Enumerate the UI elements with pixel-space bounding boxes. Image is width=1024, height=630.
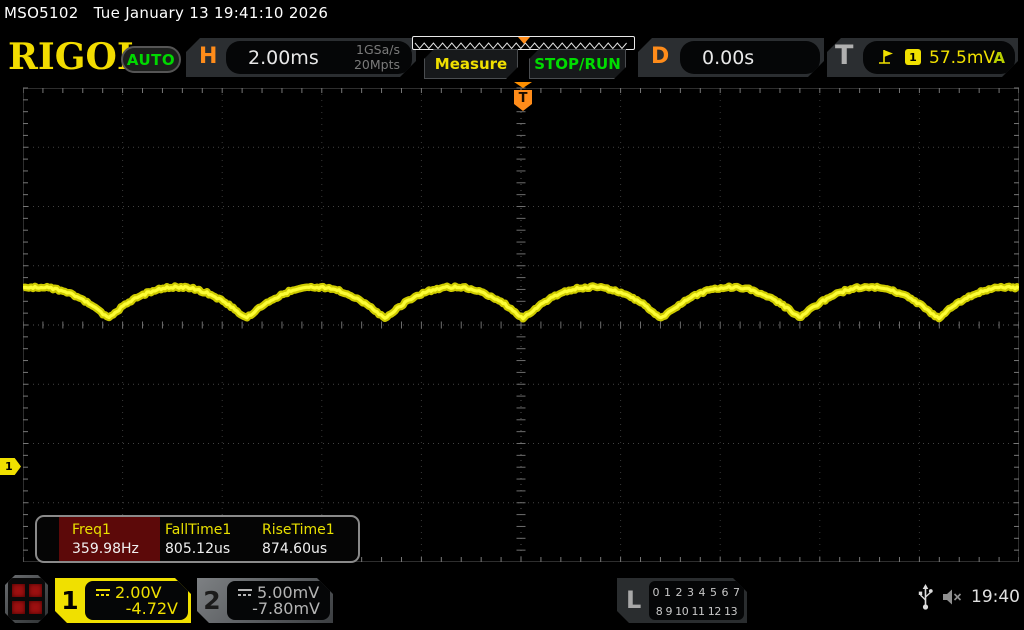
timebase-value: 2.00ms bbox=[248, 47, 319, 69]
measurement-value: 874.60us bbox=[262, 541, 327, 557]
channel2-number: 2 bbox=[197, 578, 227, 623]
digital-channels-row2: 8 9 10 11 12 13 14 15 bbox=[649, 602, 744, 630]
menu-grid-icon bbox=[8, 578, 45, 620]
delay-pill: 0.00s bbox=[680, 41, 820, 74]
channel1-panel: 2.00V -4.72V bbox=[85, 581, 188, 620]
channel2-block[interactable]: 2 5.00mV -7.80mV bbox=[197, 578, 333, 623]
measurement-label[interactable]: Freq1 bbox=[72, 522, 111, 538]
stop-run-button[interactable]: STOP/RUN bbox=[529, 49, 626, 79]
top-status-bar: MSO5102 Tue January 13 19:41:10 2026 bbox=[4, 4, 328, 22]
datetime-text: Tue January 13 19:41:10 2026 bbox=[94, 4, 329, 22]
measurement-label[interactable]: FallTime1 bbox=[165, 522, 231, 538]
channel1-block[interactable]: 1 2.00V -4.72V bbox=[55, 578, 191, 623]
sample-rate: 1GSa/s bbox=[354, 42, 400, 57]
menu-grid-button[interactable] bbox=[5, 575, 48, 623]
run-mode-badge: AUTO bbox=[121, 46, 181, 73]
delay-value: 0.00s bbox=[702, 47, 754, 69]
channel1-number: 1 bbox=[55, 578, 85, 623]
horizontal-timebase-block[interactable]: H 2.00ms 1GSa/s 20Mpts bbox=[186, 38, 416, 77]
digital-channels-row1: 0 1 2 3 4 5 6 7 bbox=[649, 583, 744, 602]
window-position-marker[interactable] bbox=[518, 37, 530, 44]
channel2-offset: -7.80mV bbox=[252, 599, 320, 618]
dc-coupling-icon bbox=[95, 587, 111, 598]
ch1-waveform-trace bbox=[23, 286, 1019, 319]
oscilloscope-screen: MSO5102 Tue January 13 19:41:10 2026 RIG… bbox=[0, 0, 1024, 630]
speaker-muted-icon bbox=[941, 587, 963, 607]
trigger-delay-block[interactable]: D 0.00s bbox=[638, 38, 824, 77]
measurement-value: 359.98Hz bbox=[72, 541, 139, 557]
measurement-label[interactable]: RiseTime1 bbox=[262, 522, 335, 538]
logic-analyzer-label: L bbox=[626, 586, 641, 614]
trigger-label: T bbox=[835, 40, 853, 71]
logic-analyzer-block[interactable]: L 0 1 2 3 4 5 6 7 8 9 10 11 12 13 14 15 bbox=[617, 578, 747, 623]
horizontal-label: H bbox=[199, 44, 217, 69]
trigger-level-value: 57.5mV bbox=[929, 48, 995, 68]
measurement-value: 805.12us bbox=[165, 541, 230, 557]
channel1-offset-marker[interactable]: 1 bbox=[0, 458, 21, 475]
rising-edge-trigger-icon bbox=[877, 48, 895, 66]
model-name: MSO5102 bbox=[4, 4, 79, 22]
trigger-sweep-mode: A bbox=[993, 49, 1005, 67]
horizontal-position-bar[interactable] bbox=[412, 36, 635, 50]
delay-label: D bbox=[651, 44, 669, 69]
waveform-display-area[interactable]: T bbox=[23, 82, 1019, 566]
measurement-results-box[interactable]: Freq1 FallTime1 RiseTime1 359.98Hz 805.1… bbox=[35, 515, 360, 563]
status-icons: 19:40 bbox=[918, 583, 1020, 611]
trigger-pill: 1 57.5mV A bbox=[863, 41, 1015, 74]
acquisition-info: 1GSa/s 20Mpts bbox=[354, 42, 400, 72]
clock-text: 19:40 bbox=[971, 587, 1020, 607]
memory-depth: 20Mpts bbox=[354, 57, 400, 72]
dc-coupling-icon bbox=[237, 587, 253, 598]
digital-channels-panel: 0 1 2 3 4 5 6 7 8 9 10 11 12 13 14 15 bbox=[649, 581, 744, 620]
trigger-position-marker: T bbox=[514, 90, 532, 111]
channel1-offset: -4.72V bbox=[126, 599, 178, 618]
svg-text:T: T bbox=[519, 91, 528, 106]
timebase-pill: 2.00ms 1GSa/s 20Mpts bbox=[226, 41, 412, 74]
usb-icon bbox=[918, 583, 933, 611]
trigger-source-badge: 1 bbox=[905, 49, 921, 65]
trigger-block[interactable]: T 1 57.5mV A bbox=[827, 38, 1018, 77]
measure-button[interactable]: Measure bbox=[424, 49, 518, 79]
channel2-panel: 5.00mV -7.80mV bbox=[227, 581, 330, 620]
